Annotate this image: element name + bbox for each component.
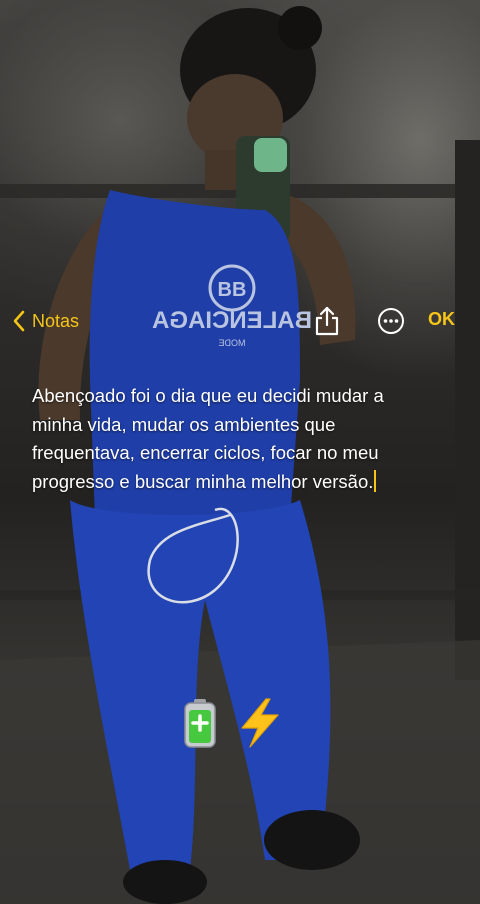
share-icon (315, 306, 339, 336)
text-caret (374, 469, 377, 492)
done-button[interactable]: OK (428, 309, 455, 330)
note-text-area[interactable]: Abençoado foi o dia que eu decidi mudar … (32, 382, 432, 496)
share-button[interactable] (312, 305, 342, 337)
notes-screen: BB BALENCIAGA MODE Notas OK Abençoado fo… (0, 0, 480, 904)
emoji-row (182, 698, 282, 748)
note-text: Abençoado foi o dia que eu decidi mudar … (32, 385, 384, 492)
ellipsis-circle-icon (378, 308, 404, 334)
back-to-notes-button[interactable]: Notas (12, 306, 79, 336)
lightning-icon (241, 698, 279, 748)
svg-text:BB: BB (218, 279, 247, 301)
battery-icon (184, 699, 216, 748)
shirt-print-sub: MODE (219, 338, 246, 348)
back-label: Notas (32, 310, 80, 331)
more-options-button[interactable] (377, 307, 405, 335)
shirt-print-brand: BALENCIAGA (152, 307, 312, 334)
chevron-left-icon (13, 310, 25, 332)
